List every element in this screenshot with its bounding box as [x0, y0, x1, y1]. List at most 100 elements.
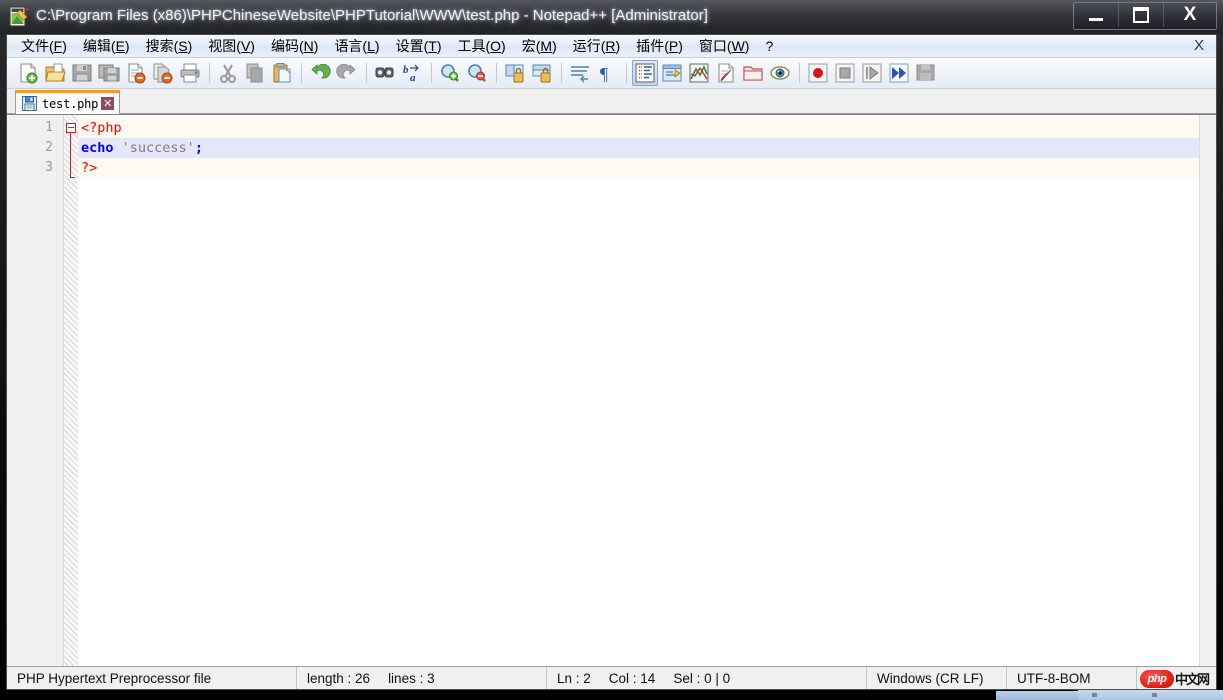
taskbar-peek-left	[996, 691, 1078, 700]
title-bar[interactable]: C:\Program Files (x86)\PHPChineseWebsite…	[0, 0, 1223, 34]
close-all-files-icon[interactable]	[150, 60, 176, 86]
show-document-map-icon[interactable]	[686, 60, 712, 86]
toolbar-separator	[431, 63, 432, 83]
code-token-string: 'success'	[121, 140, 195, 156]
saved-document-icon	[22, 96, 37, 111]
zoom-in-icon[interactable]	[437, 60, 463, 86]
code-token-semicolon: ;	[194, 140, 203, 156]
notepad-plus-plus-window: C:\Program Files (x86)\PHPChineseWebsite…	[0, 0, 1223, 700]
line-number: 1	[45, 120, 53, 135]
menu-bar: 文件(F) 编辑(E) 搜索(S) 视图(V) 编码(N) 语言(L) 设置(T…	[7, 35, 1216, 58]
php-chinese-watermark: php 中文网	[1139, 669, 1210, 688]
status-encoding: UTF-8-BOM	[1007, 666, 1137, 689]
menu-item-tools[interactable]: 工具(O)	[449, 36, 513, 57]
show-indent-guide-icon[interactable]	[632, 60, 658, 86]
menu-item-search[interactable]: 搜索(S)	[138, 36, 201, 57]
svg-text:b: b	[403, 64, 409, 76]
code-folding-margin[interactable]	[64, 115, 78, 666]
document-tab-bar: test.php ✕	[7, 89, 1216, 114]
toolbar-separator	[561, 63, 562, 83]
window-title: C:\Program Files (x86)\PHPChineseWebsite…	[36, 7, 708, 24]
code-token-php-close: ?>	[81, 160, 98, 176]
toolbar-separator	[301, 63, 302, 83]
menu-item-language[interactable]: 语言(L)	[326, 36, 387, 57]
toolbar-separator	[366, 63, 367, 83]
close-document-button[interactable]: X	[1194, 37, 1204, 54]
toolbar-separator	[496, 63, 497, 83]
menu-item-view[interactable]: 视图(V)	[200, 36, 263, 57]
minimize-button[interactable]	[1074, 3, 1119, 27]
run-macro-multiple-times-icon[interactable]	[886, 60, 912, 86]
document-preview-icon[interactable]	[767, 60, 793, 86]
open-file-icon[interactable]	[42, 60, 68, 86]
status-lines: lines : 3	[388, 671, 435, 686]
close-button[interactable]: X	[1164, 3, 1216, 27]
status-ln: Ln : 2	[557, 671, 591, 686]
save-all-icon[interactable]	[96, 60, 122, 86]
stop-recording-macro-icon[interactable]	[832, 60, 858, 86]
status-eol-format: Windows (CR LF)	[867, 666, 1007, 689]
menu-item-run[interactable]: 运行(R)	[565, 36, 628, 57]
menu-item-file[interactable]: 文件(F)	[13, 36, 75, 57]
menu-item-settings[interactable]: 设置(T)	[388, 36, 450, 57]
copy-icon[interactable]	[242, 60, 268, 86]
paste-icon[interactable]	[269, 60, 295, 86]
cut-icon[interactable]	[215, 60, 241, 86]
status-length: length : 26	[307, 671, 371, 686]
fold-guide-line	[70, 133, 71, 178]
svg-text:a: a	[410, 72, 416, 84]
print-icon[interactable]	[177, 60, 203, 86]
replace-icon[interactable]: b a	[399, 60, 425, 86]
status-caret-position: Ln : 2 Col : 14 Sel : 0 | 0	[547, 666, 867, 689]
close-file-icon[interactable]	[123, 60, 149, 86]
code-line-1[interactable]: <?php	[78, 118, 1199, 138]
play-macro-icon[interactable]	[859, 60, 885, 86]
status-length-lines: length : 26 lines : 3	[297, 666, 547, 689]
php-watermark-text: 中文网	[1174, 673, 1210, 688]
undo-icon[interactable]	[307, 60, 333, 86]
code-text-area[interactable]: <?php echo 'success'; ?>	[78, 115, 1199, 666]
code-line-3[interactable]: ?>	[78, 158, 1199, 178]
folder-as-workspace-icon[interactable]	[740, 60, 766, 86]
php-logo-badge: php	[1139, 669, 1174, 688]
line-number-gutter: 1 2 3	[7, 115, 64, 666]
code-editor[interactable]: 1 2 3 <?php echo 'success'; ?>	[7, 114, 1216, 666]
record-macro-icon[interactable]	[805, 60, 831, 86]
tab-close-icon[interactable]: ✕	[101, 97, 115, 110]
zoom-out-icon[interactable]	[464, 60, 490, 86]
word-wrap-icon[interactable]	[567, 60, 593, 86]
sync-vertical-scroll-icon[interactable]	[502, 60, 528, 86]
new-file-icon[interactable]	[15, 60, 41, 86]
vertical-scrollbar[interactable]	[1199, 115, 1216, 666]
user-defined-language-icon[interactable]	[659, 60, 685, 86]
redo-icon[interactable]	[334, 60, 360, 86]
collapse-marker-icon[interactable]	[66, 123, 76, 133]
menu-item-encoding[interactable]: 编码(N)	[263, 36, 326, 57]
function-list-icon[interactable]	[713, 60, 739, 86]
notepad-plus-plus-icon	[9, 6, 30, 27]
tab-label: test.php	[42, 96, 99, 111]
menu-item-plugins[interactable]: 插件(P)	[628, 36, 691, 57]
sync-horizontal-scroll-icon[interactable]	[529, 60, 555, 86]
save-macro-icon[interactable]	[913, 60, 939, 86]
line-number: 3	[45, 160, 53, 175]
tab-test-php[interactable]: test.php ✕	[15, 90, 121, 114]
menu-item-help[interactable]: ?	[757, 36, 781, 57]
maximize-button[interactable]	[1119, 3, 1164, 27]
taskbar-peek-right	[1078, 690, 1223, 700]
application-client-area: 文件(F) 编辑(E) 搜索(S) 视图(V) 编码(N) 语言(L) 设置(T…	[6, 34, 1217, 690]
menu-item-macro[interactable]: 宏(M)	[514, 36, 565, 57]
fold-guide-end	[70, 177, 75, 178]
find-icon[interactable]	[372, 60, 398, 86]
svg-text:¶: ¶	[600, 64, 608, 84]
desktop-bottom-strip	[0, 690, 1223, 700]
line-number: 2	[45, 140, 53, 155]
toolbar-separator	[626, 63, 627, 83]
taskbar-item	[1152, 693, 1157, 697]
menu-item-edit[interactable]: 编辑(E)	[75, 36, 138, 57]
show-all-characters-icon[interactable]: ¶	[594, 60, 620, 86]
menu-item-window[interactable]: 窗口(W)	[691, 36, 758, 57]
save-icon[interactable]	[69, 60, 95, 86]
code-line-2[interactable]: echo 'success';	[78, 138, 1199, 158]
